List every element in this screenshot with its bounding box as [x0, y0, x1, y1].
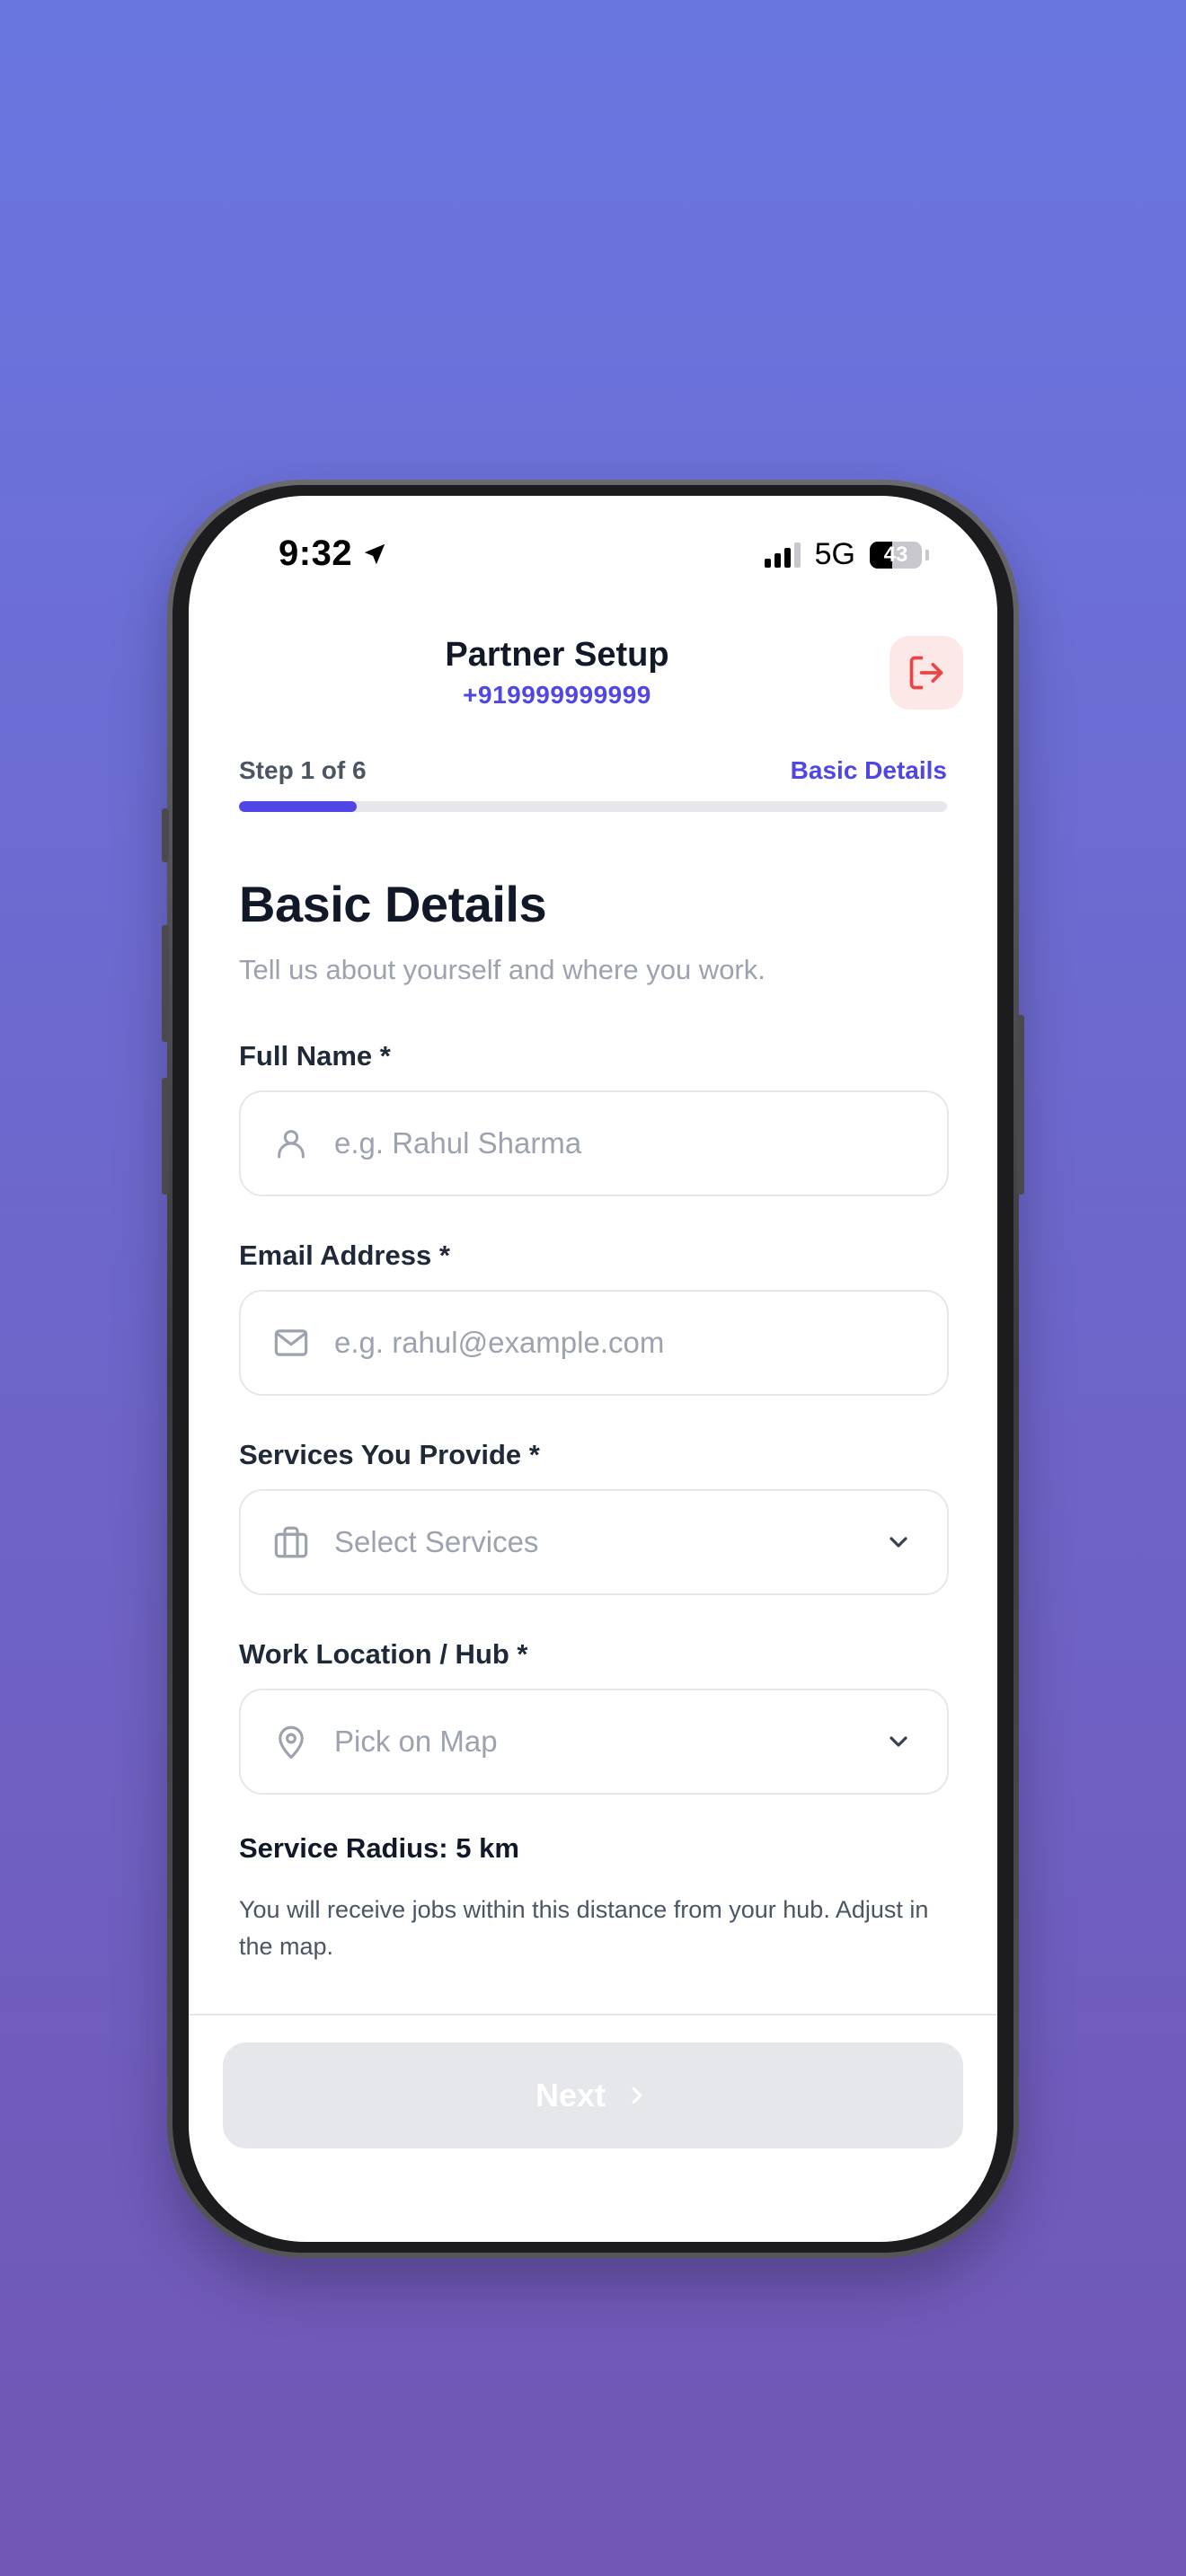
location-select[interactable]: Pick on Map [239, 1689, 949, 1795]
location-placeholder: Pick on Map [334, 1725, 498, 1758]
signal-icon [764, 542, 801, 568]
network-type: 5G [814, 537, 855, 571]
header-phone-number: +919999999999 [463, 681, 651, 709]
next-button[interactable]: Next [223, 2042, 963, 2148]
header-title: Partner Setup [445, 636, 669, 674]
mail-icon [271, 1323, 311, 1363]
full-name-label: Full Name * [239, 1040, 391, 1072]
user-icon [271, 1124, 311, 1163]
full-name-field[interactable]: e.g. Rahul Sharma [239, 1090, 949, 1196]
email-label: Email Address * [239, 1239, 450, 1271]
page-subtitle: Tell us about yourself and where you wor… [239, 954, 766, 985]
progress-bar-fill [239, 801, 358, 812]
volume-up-button [162, 925, 169, 1042]
logout-icon [909, 656, 943, 690]
chevron-right-icon [632, 2086, 642, 2104]
battery-icon: 43 [870, 541, 922, 569]
full-name-placeholder: e.g. Rahul Sharma [334, 1126, 582, 1160]
logout-button[interactable] [890, 636, 963, 710]
progress-bar [239, 801, 947, 812]
status-indicators: 5G 43 [764, 537, 929, 572]
battery-cap [925, 549, 929, 560]
map-pin-icon [271, 1722, 311, 1761]
status-time-text: 9:32 [279, 534, 353, 573]
chevron-down-icon [882, 1725, 915, 1758]
app-screen: 9:32 5G 43 Partner Setup +919999999999 S… [189, 496, 997, 2242]
email-placeholder: e.g. rahul@example.com [334, 1326, 665, 1359]
services-select[interactable]: Select Services [239, 1489, 949, 1595]
step-name: Basic Details [790, 756, 947, 784]
briefcase-icon [271, 1522, 311, 1562]
step-counter: Step 1 of 6 [239, 756, 367, 784]
action-button [162, 808, 169, 862]
services-placeholder: Select Services [334, 1525, 539, 1558]
location-label: Work Location / Hub * [239, 1638, 528, 1670]
service-radius-description: You will receive jobs within this distan… [239, 1896, 929, 1960]
footer-divider [189, 2014, 997, 2016]
next-button-label: Next [535, 2077, 606, 2113]
battery-level: 43 [883, 542, 908, 567]
location-arrow-icon [364, 543, 385, 564]
status-time: 9:32 [279, 534, 388, 574]
page-title: Basic Details [239, 876, 547, 932]
volume-down-button [162, 1078, 169, 1195]
chevron-down-icon [882, 1526, 915, 1558]
services-label: Services You Provide * [239, 1439, 540, 1470]
email-field[interactable]: e.g. rahul@example.com [239, 1290, 949, 1396]
power-button [1017, 1015, 1024, 1195]
service-radius-title: Service Radius: 5 km [239, 1832, 519, 1864]
